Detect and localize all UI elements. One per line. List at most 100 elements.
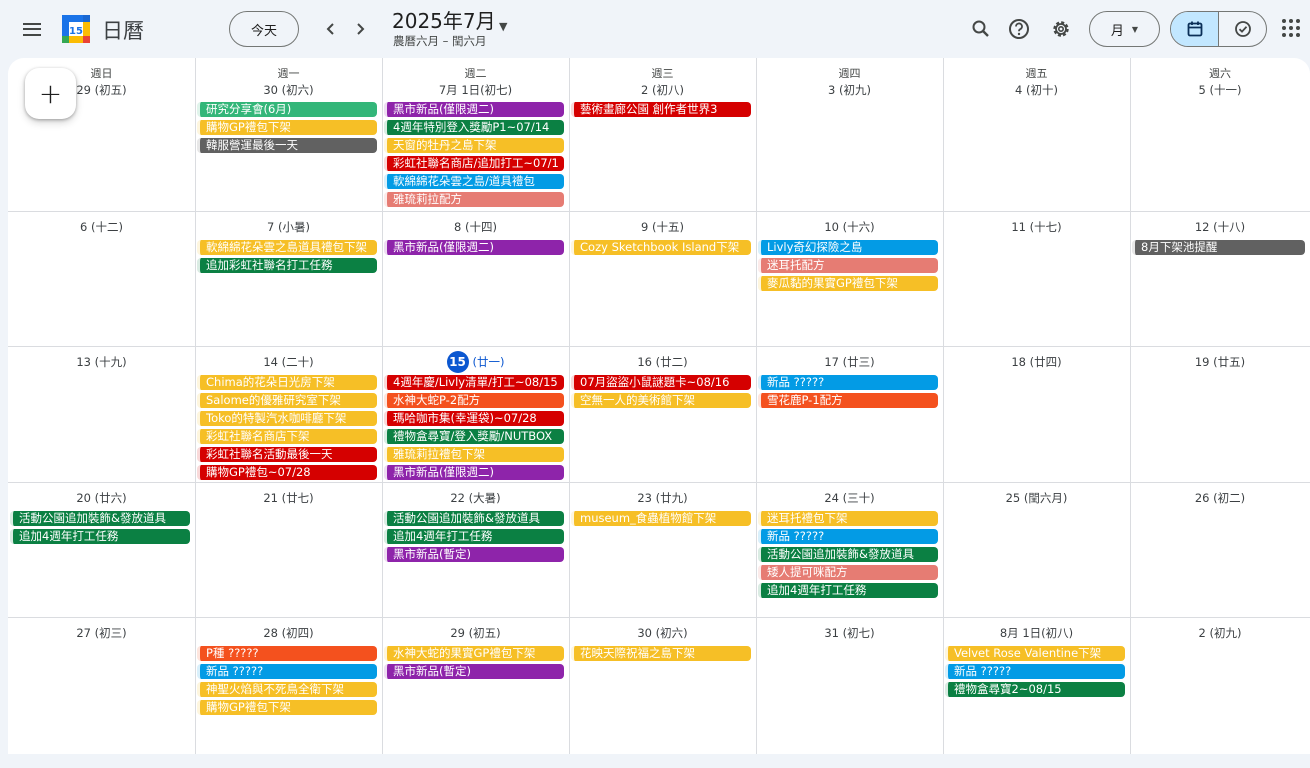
help-button[interactable]: [1005, 15, 1033, 43]
create-event-button[interactable]: +: [25, 68, 76, 119]
event-chip[interactable]: 迷耳托配方: [758, 258, 938, 273]
next-month-button[interactable]: [344, 13, 376, 45]
event-chip[interactable]: 韓服營運最後一天: [197, 138, 377, 153]
event-chip[interactable]: Salome的優雅研究室下架: [197, 393, 377, 408]
event-chip[interactable]: 天窗的牡丹之島下架: [384, 138, 564, 153]
day-date-label[interactable]: 9 (十五): [569, 219, 756, 235]
tasks-view-button[interactable]: [1219, 12, 1266, 46]
event-chip[interactable]: 追加彩虹社聯名打工任務: [197, 258, 377, 273]
google-apps-icon[interactable]: [1282, 19, 1300, 37]
settings-button[interactable]: [1047, 15, 1075, 43]
event-chip[interactable]: 花映天際祝福之島下架: [571, 646, 751, 661]
event-chip[interactable]: 瑪哈咖市集(幸運袋)~07/28: [384, 411, 564, 426]
day-date-label[interactable]: 31 (初七): [756, 625, 943, 641]
day-date-label[interactable]: 25 (閏六月): [943, 490, 1130, 506]
day-date-label[interactable]: 4 (初十): [943, 82, 1130, 98]
event-chip[interactable]: 空無一人的美術館下架: [571, 393, 751, 408]
event-chip[interactable]: 研究分享會(6月): [197, 102, 377, 117]
day-date-label[interactable]: 14 (二十): [195, 354, 382, 370]
day-date-label[interactable]: 30 (初六): [569, 625, 756, 641]
event-chip[interactable]: Velvet Rose Valentine下架: [945, 646, 1125, 661]
day-date-label[interactable]: 23 (廿九): [569, 490, 756, 506]
day-date-label[interactable]: 7 (小暑): [195, 219, 382, 235]
event-chip[interactable]: Chima的花朵日光房下架: [197, 375, 377, 390]
today-date-label[interactable]: 15 (廿一): [382, 351, 569, 373]
day-date-label[interactable]: 16 (廿二): [569, 354, 756, 370]
event-chip[interactable]: 藝術畫廊公園 創作者世界3: [571, 102, 751, 117]
event-chip[interactable]: 黑市新品(僅限週二): [384, 240, 564, 255]
search-button[interactable]: [967, 15, 995, 43]
day-date-label[interactable]: 8 (十四): [382, 219, 569, 235]
event-chip[interactable]: 雅琉莉拉禮包下架: [384, 447, 564, 462]
event-chip[interactable]: 購物GP禮包~07/28: [197, 465, 377, 480]
current-month-title[interactable]: 2025年7月: [392, 10, 496, 32]
day-date-label[interactable]: 11 (十七): [943, 219, 1130, 235]
event-chip[interactable]: Toko的特製汽水咖啡廳下架: [197, 411, 377, 426]
event-chip[interactable]: 神聖火焰與不死鳥全衛下架: [197, 682, 377, 697]
day-date-label[interactable]: 12 (十八): [1130, 219, 1310, 235]
event-chip[interactable]: P種 ?????: [197, 646, 377, 661]
event-chip[interactable]: 購物GP禮包下架: [197, 120, 377, 135]
day-date-label[interactable]: 8月 1日(初八): [943, 625, 1130, 641]
day-date-label[interactable]: 19 (廿五): [1130, 354, 1310, 370]
event-chip[interactable]: 追加4週年打工任務: [384, 529, 564, 544]
today-button[interactable]: 今天: [229, 11, 299, 47]
event-chip[interactable]: museum_食蟲植物館下架: [571, 511, 751, 526]
event-chip[interactable]: 黑市新品(暫定): [384, 547, 564, 562]
event-chip[interactable]: 彩虹社聯名商店下架: [197, 429, 377, 444]
event-chip[interactable]: 矮人提可咪配方: [758, 565, 938, 580]
event-chip[interactable]: 活動公園追加裝飾&發放道具: [10, 511, 190, 526]
day-date-label[interactable]: 7月 1日(初七): [382, 82, 569, 98]
event-chip[interactable]: 迷耳托禮包下架: [758, 511, 938, 526]
event-chip[interactable]: 購物GP禮包下架: [197, 700, 377, 715]
event-chip[interactable]: 水神大蛇的果實GP禮包下架: [384, 646, 564, 661]
event-chip[interactable]: 4週年慶/Livly清單/打工~08/15: [384, 375, 564, 390]
day-date-label[interactable]: 17 (廿三): [756, 354, 943, 370]
event-chip[interactable]: 新品 ?????: [758, 529, 938, 544]
day-date-label[interactable]: 21 (廿七): [195, 490, 382, 506]
event-chip[interactable]: 追加4週年打工任務: [758, 583, 938, 598]
event-chip[interactable]: 黑市新品(僅限週二): [384, 465, 564, 480]
previous-month-button[interactable]: [315, 13, 347, 45]
event-chip[interactable]: 水神大蛇P-2配方: [384, 393, 564, 408]
event-chip[interactable]: 黑市新品(僅限週二): [384, 102, 564, 117]
day-date-label[interactable]: 10 (十六): [756, 219, 943, 235]
day-date-label[interactable]: 2 (初八): [569, 82, 756, 98]
day-date-label[interactable]: 30 (初六): [195, 82, 382, 98]
day-date-label[interactable]: 18 (廿四): [943, 354, 1130, 370]
day-date-label[interactable]: 2 (初九): [1130, 625, 1310, 641]
day-date-label[interactable]: 26 (初二): [1130, 490, 1310, 506]
event-chip[interactable]: 禮物盒尋寶2~08/15: [945, 682, 1125, 697]
event-chip[interactable]: Cozy Sketchbook Island下架: [571, 240, 751, 255]
today-badge[interactable]: 15: [446, 351, 469, 373]
event-chip[interactable]: 新品 ?????: [197, 664, 377, 679]
event-chip[interactable]: 活動公園追加裝飾&發放道具: [758, 547, 938, 562]
event-chip[interactable]: 追加4週年打工任務: [10, 529, 190, 544]
event-chip[interactable]: 彩虹社聯名商店/追加打工~07/1: [384, 156, 564, 171]
event-chip[interactable]: 黑市新品(暫定): [384, 664, 564, 679]
event-chip[interactable]: 新品 ?????: [945, 664, 1125, 679]
event-chip[interactable]: 彩虹社聯名活動最後一天: [197, 447, 377, 462]
event-chip[interactable]: 8月下架池提醒: [1132, 240, 1305, 255]
main-menu-icon[interactable]: [14, 11, 50, 47]
calendar-view-button[interactable]: [1171, 12, 1219, 46]
event-chip[interactable]: 禮物盒尋寶/登入獎勵/NUTBOX: [384, 429, 564, 444]
day-date-label[interactable]: 24 (三十): [756, 490, 943, 506]
day-date-label[interactable]: 13 (十九): [8, 354, 195, 370]
day-date-label[interactable]: 28 (初四): [195, 625, 382, 641]
event-chip[interactable]: 雪花鹿P-1配方: [758, 393, 938, 408]
event-chip[interactable]: 4週年特別登入獎勵P1~07/14: [384, 120, 564, 135]
day-date-label[interactable]: 22 (大暑): [382, 490, 569, 506]
event-chip[interactable]: 軟綿綿花朵雲之島道具禮包下架: [197, 240, 377, 255]
event-chip[interactable]: 活動公園追加裝飾&發放道具: [384, 511, 564, 526]
calendar-logo-icon[interactable]: 15: [61, 14, 91, 44]
event-chip[interactable]: 軟綿綿花朵雲之島/道具禮包: [384, 174, 564, 189]
day-date-label[interactable]: 6 (十二): [8, 219, 195, 235]
day-date-label[interactable]: 29 (初五): [382, 625, 569, 641]
month-dropdown-icon[interactable]: ▼: [499, 20, 507, 33]
day-date-label[interactable]: 27 (初三): [8, 625, 195, 641]
day-date-label[interactable]: 20 (廿六): [8, 490, 195, 506]
event-chip[interactable]: Livly奇幻探險之島: [758, 240, 938, 255]
event-chip[interactable]: 麥瓜黏的果實GP禮包下架: [758, 276, 938, 291]
day-date-label[interactable]: 5 (十一): [1130, 82, 1310, 98]
